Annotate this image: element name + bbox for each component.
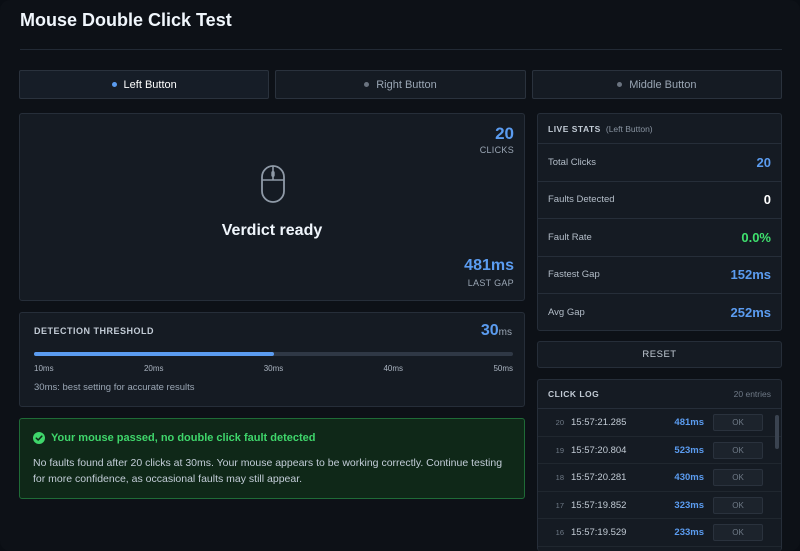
live-stats-panel: LIVE STATS (Left Button) Total Clicks 20 F… bbox=[537, 113, 782, 331]
tab-indicator-dot bbox=[364, 82, 370, 87]
stat-value: 152ms bbox=[730, 267, 771, 283]
log-gap: 430ms bbox=[674, 472, 704, 483]
log-row: 16 15:57:19.529 233ms OK bbox=[538, 519, 781, 547]
tab-left-button[interactable]: Left Button bbox=[19, 70, 270, 99]
tab-right-button[interactable]: Right Button bbox=[275, 70, 526, 99]
stat-row: Faults Detected 0 bbox=[538, 182, 781, 219]
button-tabs: Left Button Right Button Middle Button bbox=[19, 70, 782, 99]
log-gap: 481ms bbox=[674, 417, 704, 428]
log-gap: 523ms bbox=[674, 444, 704, 456]
log-gap: 233ms bbox=[674, 527, 704, 538]
log-status-badge: OK bbox=[713, 469, 763, 486]
tab-indicator-dot bbox=[617, 82, 623, 87]
result-banner: Your mouse passed, no double click fault… bbox=[19, 418, 525, 499]
stat-row: Fastest Gap 152ms bbox=[538, 257, 781, 294]
threshold-tick-label: 40ms bbox=[383, 364, 404, 373]
log-index: 19 bbox=[555, 445, 564, 455]
result-title: Your mouse passed, no double click fault… bbox=[51, 432, 316, 444]
log-index: 17 bbox=[555, 500, 564, 510]
live-stats-header: LIVE STATS (Left Button) bbox=[538, 114, 781, 144]
tab-label: Middle Button bbox=[629, 78, 697, 91]
log-index: 16 bbox=[555, 528, 564, 537]
click-log-header: CLICK LOG 20 entries bbox=[538, 380, 781, 409]
check-circle-icon bbox=[33, 432, 45, 444]
threshold-unit: ms bbox=[498, 327, 512, 338]
click-log-scrollbar[interactable] bbox=[775, 415, 779, 449]
log-row: 18 15:57:20.281 430ms OK bbox=[538, 464, 781, 492]
mouse-icon bbox=[261, 165, 285, 203]
stat-value: 20 bbox=[756, 154, 771, 170]
tab-indicator-dot bbox=[111, 82, 117, 87]
log-timestamp: 15:57:21.285 bbox=[571, 417, 627, 428]
tab-label: Right Button bbox=[376, 78, 437, 91]
threshold-value: 30ms bbox=[481, 322, 512, 340]
click-count: 20 bbox=[495, 124, 514, 143]
live-stats-title: LIVE STATS bbox=[548, 123, 601, 134]
click-log-list[interactable]: 20 15:57:21.285 481ms OK 19 15:57:20.804 523ms… bbox=[538, 409, 781, 547]
live-stats-subtitle: (Left Button) bbox=[605, 123, 653, 134]
log-timestamp: 15:57:19.529 bbox=[571, 527, 627, 538]
stat-row: Avg Gap 252ms bbox=[538, 294, 781, 332]
last-gap-label: LAST GAP bbox=[467, 278, 514, 288]
threshold-tick-label: 50ms bbox=[493, 364, 513, 373]
click-log-panel: CLICK LOG 20 entries 20 15:57:21.285 481ms… bbox=[537, 379, 782, 551]
stat-label: Avg Gap bbox=[548, 307, 585, 319]
stat-row: Total Clicks 20 bbox=[538, 144, 781, 182]
threshold-number: 30 bbox=[480, 322, 499, 339]
tab-middle-button[interactable]: Middle Button bbox=[531, 70, 782, 99]
log-status-badge: OK bbox=[713, 524, 763, 541]
log-timestamp: 15:57:19.852 bbox=[571, 499, 627, 511]
detection-threshold-panel: DETECTION THRESHOLD 30ms 10ms 20ms 30ms 40m… bbox=[19, 312, 525, 407]
stat-label: Fault Rate bbox=[548, 231, 592, 243]
result-header: Your mouse passed, no double click fault… bbox=[33, 432, 315, 444]
threshold-tick-label: 10ms bbox=[34, 364, 54, 373]
log-row: 19 15:57:20.804 523ms OK bbox=[538, 437, 781, 464]
last-gap-value: 481ms bbox=[464, 257, 514, 274]
stat-rows: Total Clicks 20 Faults Detected 0 Fault Rate… bbox=[538, 144, 781, 332]
log-index: 18 bbox=[555, 473, 564, 482]
stat-label: Fastest Gap bbox=[548, 269, 600, 281]
tab-label: Left Button bbox=[123, 78, 177, 91]
log-row: 17 15:57:19.852 323ms OK bbox=[538, 492, 781, 519]
stat-row: Fault Rate 0.0% bbox=[538, 219, 781, 257]
stat-label: Total Clicks bbox=[548, 156, 597, 168]
reset-button[interactable]: RESET bbox=[537, 341, 782, 368]
log-gap: 323ms bbox=[674, 499, 704, 511]
title-divider bbox=[20, 49, 782, 50]
log-status-badge: OK bbox=[713, 414, 763, 431]
click-log-count: 20 entries bbox=[733, 389, 771, 399]
log-status-badge: OK bbox=[713, 441, 763, 459]
log-status-badge: OK bbox=[713, 496, 763, 514]
threshold-slider-fill bbox=[34, 352, 274, 356]
threshold-slider[interactable] bbox=[34, 352, 513, 356]
threshold-tick-label: 20ms bbox=[143, 364, 164, 373]
log-index: 20 bbox=[555, 418, 564, 427]
stat-value: 0.0% bbox=[741, 229, 771, 245]
click-count-label: CLICKS bbox=[479, 145, 514, 155]
page-title: Mouse Double Click Test bbox=[20, 10, 232, 30]
threshold-tick-label: 30ms bbox=[263, 364, 284, 373]
verdict-text: Verdict ready bbox=[221, 222, 323, 239]
stat-label: Faults Detected bbox=[548, 194, 615, 206]
log-timestamp: 15:57:20.281 bbox=[571, 472, 627, 483]
click-log-title: CLICK LOG bbox=[548, 389, 600, 399]
threshold-title: DETECTION THRESHOLD bbox=[34, 326, 155, 336]
stat-value: 252ms bbox=[730, 305, 771, 321]
click-test-area[interactable]: 20 CLICKS Verdict ready 481ms LAST GAP bbox=[19, 113, 525, 301]
result-description: No faults found after 20 clicks at 30ms.… bbox=[33, 457, 503, 485]
stat-value: 0 bbox=[763, 192, 771, 208]
threshold-note: 30ms: best setting for accurate results bbox=[34, 382, 195, 393]
log-row: 20 15:57:21.285 481ms OK bbox=[538, 409, 781, 437]
app-window: Mouse Double Click Test Left Button Righ… bbox=[0, 0, 800, 551]
log-timestamp: 15:57:20.804 bbox=[571, 444, 627, 456]
